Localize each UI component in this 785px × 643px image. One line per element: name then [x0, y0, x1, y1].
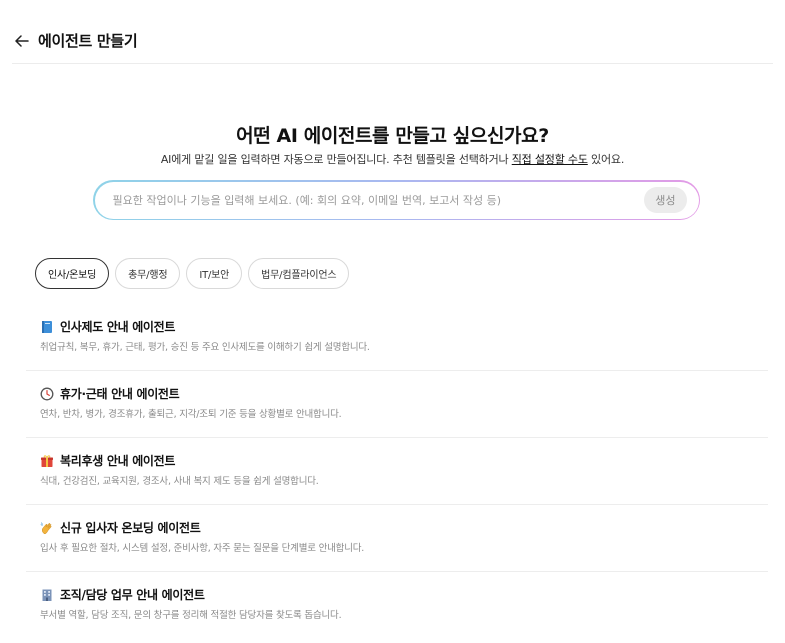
office-building-icon: [40, 588, 54, 602]
agent-description: 입사 후 필요한 절차, 시스템 설정, 준비사항, 자주 묻는 질문을 단계별…: [40, 543, 365, 554]
waving-hand-icon: [40, 521, 54, 535]
gift-icon: [40, 454, 54, 468]
back-button[interactable]: [12, 31, 32, 51]
prompt-box-inner: 생성: [94, 181, 699, 219]
agent-template-item[interactable]: 신규 입사자 온보딩 에이전트 입사 후 필요한 절차, 시스템 설정, 준비사…: [26, 505, 768, 572]
hero-subtitle: AI에게 맡길 일을 입력하면 자동으로 만들어집니다. 추천 템플릿을 선택하…: [0, 151, 785, 167]
agent-template-item[interactable]: 복리후생 안내 에이전트 식대, 건강검진, 교육지원, 경조사, 사내 복지 …: [26, 438, 768, 505]
agent-title-row: 복리후생 안내 에이전트: [40, 452, 754, 469]
agent-prompt-input[interactable]: [112, 193, 645, 207]
agent-title: 조직/담당 업무 안내 에이전트: [60, 588, 205, 602]
create-agent-page: 에이전트 만들기 어떤 AI 에이전트를 만들고 싶으신가요? AI에게 맡길 …: [0, 0, 785, 643]
agent-title: 신규 입사자 온보딩 에이전트: [60, 521, 201, 535]
agent-title-row: 휴가·근태 안내 에이전트: [40, 385, 754, 402]
hero-title: 어떤 AI 에이전트를 만들고 싶으신가요?: [236, 125, 549, 147]
page-header: 에이전트 만들기: [12, 18, 773, 64]
agent-title-row: 신규 입사자 온보딩 에이전트: [40, 519, 754, 536]
agent-template-item[interactable]: 조직/담당 업무 안내 에이전트 부서별 역할, 담당 조직, 문의 창구를 정…: [26, 572, 768, 639]
agent-template-item[interactable]: 휴가·근태 안내 에이전트 연차, 반차, 병가, 경조휴가, 출퇴근, 지각/…: [26, 371, 768, 438]
category-chip-it-security[interactable]: IT/보안: [186, 258, 243, 289]
prompt-box: 생성: [93, 180, 700, 220]
agent-title: 복리후생 안내 에이전트: [60, 454, 176, 468]
category-chip-general-affairs[interactable]: 총무/행정: [115, 258, 181, 289]
agent-template-list: 인사제도 안내 에이전트 취업규칙, 복무, 휴가, 근태, 평가, 승진 등 …: [26, 304, 768, 639]
agent-description: 식대, 건강검진, 교육지원, 경조사, 사내 복지 제도 등을 쉽게 설명합니…: [40, 476, 319, 487]
agent-title: 휴가·근태 안내 에이전트: [60, 387, 180, 401]
hero-subtitle-tail: 있어요.: [587, 153, 625, 166]
generate-button[interactable]: 생성: [644, 187, 687, 213]
agent-description: 부서별 역할, 담당 조직, 문의 창구를 정리해 적절한 담당자를 찾도록 돕…: [40, 610, 342, 621]
page-title: 에이전트 만들기: [38, 32, 138, 50]
agent-title: 인사제도 안내 에이전트: [60, 320, 176, 334]
category-chip-legal-compliance[interactable]: 법무/컴플라이언스: [248, 258, 350, 289]
clock-icon: [40, 387, 54, 401]
arrow-left-icon: [15, 34, 29, 47]
agent-title-row: 인사제도 안내 에이전트: [40, 318, 754, 335]
category-tabs: 인사/온보딩 총무/행정 IT/보안 법무/컴플라이언스: [35, 258, 350, 289]
agent-template-item[interactable]: 인사제도 안내 에이전트 취업규칙, 복무, 휴가, 근태, 평가, 승진 등 …: [26, 304, 768, 371]
hero-subtitle-text: AI에게 맡길 일을 입력하면 자동으로 만들어집니다. 추천 템플릿을 선택하…: [160, 153, 512, 166]
manual-setup-link[interactable]: 직접 설정할 수도: [512, 153, 588, 166]
book-icon: [40, 320, 54, 334]
agent-title-row: 조직/담당 업무 안내 에이전트: [40, 586, 754, 603]
category-chip-hr-onboarding[interactable]: 인사/온보딩: [35, 258, 110, 289]
agent-description: 취업규칙, 복무, 휴가, 근태, 평가, 승진 등 주요 인사제도를 이해하기…: [40, 342, 370, 353]
agent-description: 연차, 반차, 병가, 경조휴가, 출퇴근, 지각/조퇴 기준 등을 상황별로 …: [40, 409, 342, 420]
